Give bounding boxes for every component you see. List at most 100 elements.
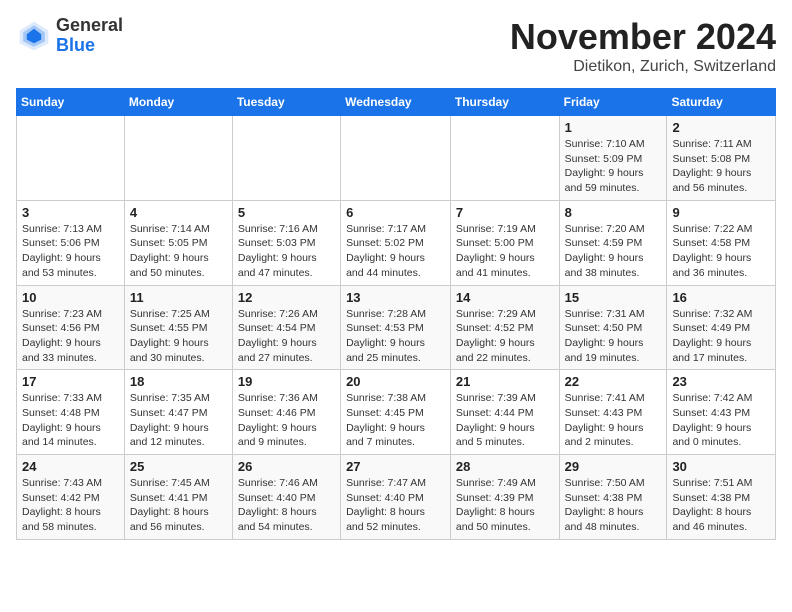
week-row-2: 3 Sunrise: 7:13 AM Sunset: 5:06 PM Daylig… (17, 200, 776, 285)
day-number: 16 (672, 290, 770, 305)
day-info: Sunrise: 7:23 AM Sunset: 4:56 PM Dayligh… (22, 307, 119, 366)
day-info: Sunrise: 7:45 AM Sunset: 4:41 PM Dayligh… (130, 476, 227, 535)
day-info: Sunrise: 7:46 AM Sunset: 4:40 PM Dayligh… (238, 476, 335, 535)
calendar-cell-w4-d6: 22 Sunrise: 7:41 AM Sunset: 4:43 PM Dayli… (559, 370, 667, 455)
week-row-1: 1Sunrise: 7:10 AM Sunset: 5:09 PM Daylig… (17, 116, 776, 201)
day-info: Sunrise: 7:26 AM Sunset: 4:54 PM Dayligh… (238, 307, 335, 366)
day-number: 29 (565, 459, 662, 474)
day-number: 6 (346, 205, 445, 220)
calendar-cell-w1-d2 (124, 116, 232, 201)
calendar-cell-w5-d7: 30 Sunrise: 7:51 AM Sunset: 4:38 PM Dayli… (667, 455, 776, 540)
header: General Blue November 2024 Dietikon, Zur… (16, 16, 776, 76)
month-title: November 2024 (510, 16, 776, 58)
logo-blue-text: Blue (56, 36, 123, 56)
day-number: 10 (22, 290, 119, 305)
day-info: Sunrise: 7:43 AM Sunset: 4:42 PM Dayligh… (22, 476, 119, 535)
calendar-cell-w2-d7: 9 Sunrise: 7:22 AM Sunset: 4:58 PM Daylig… (667, 200, 776, 285)
calendar-cell-w3-d3: 12 Sunrise: 7:26 AM Sunset: 4:54 PM Dayli… (232, 285, 340, 370)
calendar-cell-w5-d5: 28 Sunrise: 7:49 AM Sunset: 4:39 PM Dayli… (450, 455, 559, 540)
calendar-cell-w4-d1: 17Sunrise: 7:33 AM Sunset: 4:48 PM Dayli… (17, 370, 125, 455)
day-info: Sunrise: 7:16 AM Sunset: 5:03 PM Dayligh… (238, 222, 335, 281)
calendar-cell-w5-d1: 24 Sunrise: 7:43 AM Sunset: 4:42 PM Dayli… (17, 455, 125, 540)
day-number: 9 (672, 205, 770, 220)
day-number: 24 (22, 459, 119, 474)
day-info: Sunrise: 7:29 AM Sunset: 4:52 PM Dayligh… (456, 307, 554, 366)
day-number: 2 (672, 120, 770, 135)
calendar-cell-w2-d2: 4 Sunrise: 7:14 AM Sunset: 5:05 PM Daylig… (124, 200, 232, 285)
day-info: Sunrise: 7:25 AM Sunset: 4:55 PM Dayligh… (130, 307, 227, 366)
day-info: Sunrise: 7:20 AM Sunset: 4:59 PM Dayligh… (565, 222, 662, 281)
weekday-header-row: Sunday Monday Tuesday Wednesday Thursday… (17, 89, 776, 116)
day-number: 12 (238, 290, 335, 305)
calendar-cell-w4-d4: 20 Sunrise: 7:38 AM Sunset: 4:45 PM Dayli… (341, 370, 451, 455)
calendar-table: Sunday Monday Tuesday Wednesday Thursday… (16, 88, 776, 540)
day-number: 20 (346, 374, 445, 389)
calendar-cell-w3-d2: 11 Sunrise: 7:25 AM Sunset: 4:55 PM Dayli… (124, 285, 232, 370)
day-number: 28 (456, 459, 554, 474)
calendar-cell-w2-d3: 5 Sunrise: 7:16 AM Sunset: 5:03 PM Daylig… (232, 200, 340, 285)
calendar-cell-w5-d3: 26 Sunrise: 7:46 AM Sunset: 4:40 PM Dayli… (232, 455, 340, 540)
calendar-cell-w2-d1: 3 Sunrise: 7:13 AM Sunset: 5:06 PM Daylig… (17, 200, 125, 285)
calendar-cell-w1-d1 (17, 116, 125, 201)
day-number: 25 (130, 459, 227, 474)
day-number: 22 (565, 374, 662, 389)
day-info: Sunrise: 7:49 AM Sunset: 4:39 PM Dayligh… (456, 476, 554, 535)
calendar-cell-w4-d3: 19 Sunrise: 7:36 AM Sunset: 4:46 PM Dayli… (232, 370, 340, 455)
day-info: Sunrise: 7:31 AM Sunset: 4:50 PM Dayligh… (565, 307, 662, 366)
calendar-cell-w3-d6: 15 Sunrise: 7:31 AM Sunset: 4:50 PM Dayli… (559, 285, 667, 370)
day-number: 23 (672, 374, 770, 389)
logo: General Blue (16, 16, 123, 56)
header-tuesday: Tuesday (232, 89, 340, 116)
day-number: 13 (346, 290, 445, 305)
logo-text: General Blue (56, 16, 123, 56)
day-number: 11 (130, 290, 227, 305)
calendar-cell-w1-d7: 2 Sunrise: 7:11 AM Sunset: 5:08 PM Daylig… (667, 116, 776, 201)
calendar-cell-w2-d4: 6Sunrise: 7:17 AM Sunset: 5:02 PM Daylig… (341, 200, 451, 285)
calendar-header: Sunday Monday Tuesday Wednesday Thursday… (17, 89, 776, 116)
day-info: Sunrise: 7:28 AM Sunset: 4:53 PM Dayligh… (346, 307, 445, 366)
day-info: Sunrise: 7:11 AM Sunset: 5:08 PM Dayligh… (672, 137, 770, 196)
calendar-cell-w5-d6: 29 Sunrise: 7:50 AM Sunset: 4:38 PM Dayli… (559, 455, 667, 540)
day-number: 30 (672, 459, 770, 474)
day-number: 8 (565, 205, 662, 220)
day-number: 4 (130, 205, 227, 220)
week-row-3: 10 Sunrise: 7:23 AM Sunset: 4:56 PM Dayli… (17, 285, 776, 370)
day-info: Sunrise: 7:47 AM Sunset: 4:40 PM Dayligh… (346, 476, 445, 535)
day-info: Sunrise: 7:39 AM Sunset: 4:44 PM Dayligh… (456, 391, 554, 450)
header-saturday: Saturday (667, 89, 776, 116)
header-wednesday: Wednesday (341, 89, 451, 116)
day-number: 3 (22, 205, 119, 220)
day-info: Sunrise: 7:14 AM Sunset: 5:05 PM Dayligh… (130, 222, 227, 281)
day-number: 18 (130, 374, 227, 389)
day-info: Sunrise: 7:36 AM Sunset: 4:46 PM Dayligh… (238, 391, 335, 450)
calendar-cell-w5-d2: 25 Sunrise: 7:45 AM Sunset: 4:41 PM Dayli… (124, 455, 232, 540)
calendar-body: 1Sunrise: 7:10 AM Sunset: 5:09 PM Daylig… (17, 116, 776, 540)
day-info: Sunrise: 7:38 AM Sunset: 4:45 PM Dayligh… (346, 391, 445, 450)
day-info: Sunrise: 7:51 AM Sunset: 4:38 PM Dayligh… (672, 476, 770, 535)
header-sunday: Sunday (17, 89, 125, 116)
day-info: Sunrise: 7:13 AM Sunset: 5:06 PM Dayligh… (22, 222, 119, 281)
header-friday: Friday (559, 89, 667, 116)
day-number: 26 (238, 459, 335, 474)
day-info: Sunrise: 7:33 AM Sunset: 4:48 PM Dayligh… (22, 391, 119, 450)
day-number: 15 (565, 290, 662, 305)
day-number: 5 (238, 205, 335, 220)
day-info: Sunrise: 7:22 AM Sunset: 4:58 PM Dayligh… (672, 222, 770, 281)
calendar-cell-w3-d4: 13 Sunrise: 7:28 AM Sunset: 4:53 PM Dayli… (341, 285, 451, 370)
logo-general-text: General (56, 16, 123, 36)
calendar-cell-w4-d2: 18Sunrise: 7:35 AM Sunset: 4:47 PM Dayli… (124, 370, 232, 455)
calendar-cell-w3-d1: 10 Sunrise: 7:23 AM Sunset: 4:56 PM Dayli… (17, 285, 125, 370)
calendar-cell-w3-d5: 14Sunrise: 7:29 AM Sunset: 4:52 PM Dayli… (450, 285, 559, 370)
location-subtitle: Dietikon, Zurich, Switzerland (510, 58, 776, 76)
day-info: Sunrise: 7:10 AM Sunset: 5:09 PM Dayligh… (565, 137, 662, 196)
calendar-cell-w1-d6: 1Sunrise: 7:10 AM Sunset: 5:09 PM Daylig… (559, 116, 667, 201)
logo-icon (16, 18, 52, 54)
title-section: November 2024 Dietikon, Zurich, Switzerl… (510, 16, 776, 76)
calendar-cell-w3-d7: 16Sunrise: 7:32 AM Sunset: 4:49 PM Dayli… (667, 285, 776, 370)
day-info: Sunrise: 7:41 AM Sunset: 4:43 PM Dayligh… (565, 391, 662, 450)
calendar-cell-w4-d5: 21Sunrise: 7:39 AM Sunset: 4:44 PM Dayli… (450, 370, 559, 455)
calendar-cell-w2-d5: 7Sunrise: 7:19 AM Sunset: 5:00 PM Daylig… (450, 200, 559, 285)
week-row-5: 24 Sunrise: 7:43 AM Sunset: 4:42 PM Dayli… (17, 455, 776, 540)
day-info: Sunrise: 7:50 AM Sunset: 4:38 PM Dayligh… (565, 476, 662, 535)
day-number: 19 (238, 374, 335, 389)
